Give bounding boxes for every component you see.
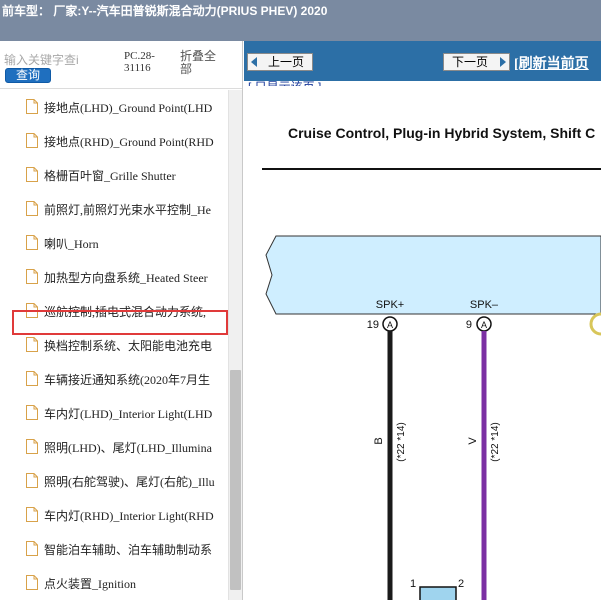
terminal-1: 1: [410, 578, 416, 590]
tree-item[interactable]: 加热型方向盘系统_Heated Steer: [0, 260, 228, 294]
tree-item-label: 点火装置_Ignition: [44, 577, 136, 591]
diagram-title: Cruise Control, Plug-in Hybrid System, S…: [288, 125, 595, 141]
pin-number-19: 19: [367, 319, 379, 331]
pin-number-9: 9: [466, 319, 472, 331]
tree-scrollbar[interactable]: [228, 90, 242, 600]
prev-page-label: 上一页: [268, 55, 305, 69]
pc-code: PC.28-31116: [124, 50, 155, 74]
window-title: 前车型： 厂家:Y--汽车田普锐斯混合动力(PRIUS PHEV) 2020: [0, 0, 601, 41]
partial-symbol: [589, 312, 601, 336]
arrow-left-icon: [251, 57, 257, 67]
tree-item[interactable]: 车辆接近通知系统(2020年7月生: [0, 362, 228, 396]
document-icon: [26, 371, 38, 386]
tree-item[interactable]: 接地点(LHD)_Ground Point(LHD: [0, 90, 228, 124]
left-panel: 查询 PC.28-31116 折叠全部 接地点(LHD)_Ground Poin…: [0, 41, 243, 600]
tree-item-label: 换档控制系统、太阳能电池充电: [44, 339, 213, 353]
tree-item[interactable]: 智能泊车辅助、泊车辅助制动系: [0, 532, 228, 566]
partial-link[interactable]: [ 只显示该页 ]: [248, 78, 321, 86]
tree-item[interactable]: 接地点(RHD)_Ground Point(RHD: [0, 124, 228, 158]
wire-code-v: (*22 *14): [490, 422, 501, 461]
wire-color-b: B: [373, 437, 385, 444]
document-icon: [26, 337, 38, 352]
tree-item[interactable]: 点火装置_Ignition: [0, 566, 228, 600]
document-icon: [26, 439, 38, 454]
tree-item[interactable]: 照明(右舵驾驶)、尾灯(右舵)_Illu: [0, 464, 228, 498]
tree-item-label: 车内灯(RHD)_Interior Light(RHD: [44, 509, 214, 523]
connector-a-label: A: [387, 320, 393, 330]
tree-item[interactable]: 换档控制系统、太阳能电池充电: [0, 328, 228, 362]
tree-item[interactable]: 车内灯(LHD)_Interior Light(LHD: [0, 396, 228, 430]
tree-item[interactable]: 喇叭_Horn: [0, 226, 228, 260]
document-icon: [26, 235, 38, 250]
connector-a-label: A: [481, 320, 487, 330]
tree-item-label: 车辆接近通知系统(2020年7月生: [44, 373, 210, 387]
viewer-nav-bar: 上一页 下一页 [刷新当前页: [244, 41, 601, 81]
ecu-connector-box: [265, 235, 601, 315]
document-icon: [26, 473, 38, 488]
pin-spk-plus-label: SPK+: [376, 299, 404, 311]
tree-item[interactable]: 照明(LHD)、尾灯(LHD_Illumina: [0, 430, 228, 464]
refresh-page-link[interactable]: [刷新当前页: [514, 53, 589, 73]
wiring-diagram: Cruise Control, Plug-in Hybrid System, S…: [262, 125, 601, 600]
query-button[interactable]: 查询: [5, 68, 51, 83]
document-icon: [26, 201, 38, 216]
tree-item-selected[interactable]: 巡航控制,插电式混合动力系统,: [0, 294, 228, 328]
tree-item-label: 车内灯(LHD)_Interior Light(LHD: [44, 407, 213, 421]
tree-item-label: 加热型方向盘系统_Heated Steer: [44, 271, 208, 285]
arrow-right-icon: [500, 57, 506, 67]
tree-item-label: 接地点(RHD)_Ground Point(RHD: [44, 135, 214, 149]
pin-spk-minus-label: SPK–: [470, 299, 499, 311]
tree-item-label: 照明(右舵驾驶)、尾灯(右舵)_Illu: [44, 475, 215, 489]
component-block: [419, 586, 457, 600]
tree-item-label: 巡航控制,插电式混合动力系统,: [44, 305, 207, 319]
tree-item-label: 前照灯,前照灯光束水平控制_He: [44, 203, 211, 217]
scrollbar-thumb[interactable]: [230, 370, 241, 590]
app-window: 前车型： 厂家:Y--汽车田普锐斯混合动力(PRIUS PHEV) 2020 查…: [0, 0, 601, 600]
tree-item-label: 照明(LHD)、尾灯(LHD_Illumina: [44, 441, 212, 455]
document-icon: [26, 133, 38, 148]
document-icon: [26, 303, 38, 318]
terminal-2: 2: [458, 578, 464, 590]
tree-item-label: 接地点(LHD)_Ground Point(LHD: [44, 101, 213, 115]
tree-item-label: 喇叭_Horn: [44, 237, 99, 251]
next-page-button[interactable]: 下一页: [443, 53, 510, 71]
wire-color-v: V: [467, 437, 479, 445]
tree-item[interactable]: 格栅百叶窗_Grille Shutter: [0, 158, 228, 192]
search-input[interactable]: [4, 51, 120, 69]
prev-page-button[interactable]: 上一页: [247, 53, 313, 71]
document-icon: [26, 405, 38, 420]
tree-item[interactable]: 车内灯(RHD)_Interior Light(RHD: [0, 498, 228, 532]
document-icon: [26, 541, 38, 556]
document-icon: [26, 507, 38, 522]
document-icon: [26, 269, 38, 284]
search-toolbar: 查询 PC.28-31116 折叠全部: [0, 41, 242, 89]
viewer-panel: 上一页 下一页 [刷新当前页 [ 只显示该页 ] Cruise Control,…: [244, 41, 601, 600]
document-icon: [26, 575, 38, 590]
wire-code-b: (*22 *14): [396, 422, 407, 461]
document-icon: [26, 99, 38, 114]
tree-item-label: 智能泊车辅助、泊车辅助制动系: [44, 543, 213, 557]
document-icon: [26, 167, 38, 182]
collapse-all-button[interactable]: 折叠全部: [180, 50, 224, 76]
tree-item[interactable]: 前照灯,前照灯光束水平控制_He: [0, 192, 228, 226]
tree-item-label: 格栅百叶窗_Grille Shutter: [44, 169, 176, 183]
next-page-label: 下一页: [452, 55, 489, 69]
document-tree: 接地点(LHD)_Ground Point(LHD 接地点(RHD)_Groun…: [0, 90, 228, 600]
